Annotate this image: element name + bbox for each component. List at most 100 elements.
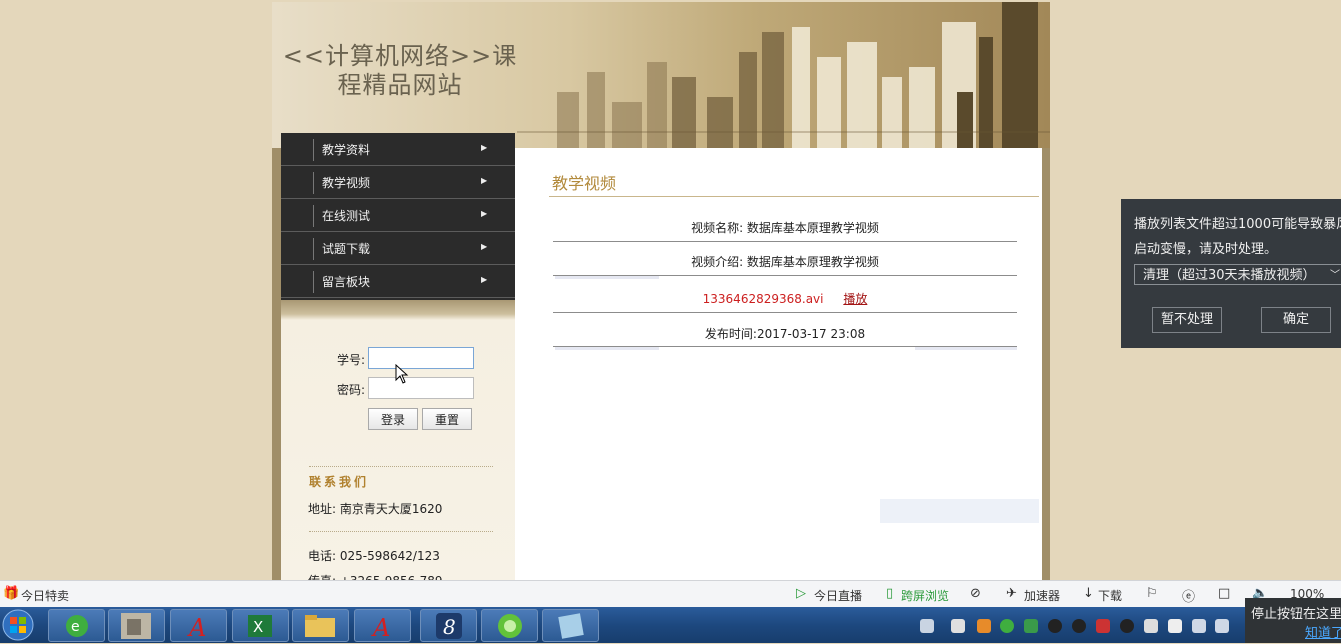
play-link[interactable]: 播放: [843, 292, 867, 306]
leaf-icon[interactable]: ⊘: [970, 586, 981, 601]
cross-screen-link[interactable]: 跨屏浏览: [901, 587, 949, 604]
phone-icon: ▯: [886, 586, 894, 601]
site-title-line2: 程精品网站: [337, 71, 463, 99]
ok-button[interactable]: 确定: [1261, 307, 1331, 333]
qq-icon[interactable]: [1072, 619, 1086, 633]
taskbar-app-8-icon[interactable]: 8: [420, 609, 477, 642]
tray-app-icon[interactable]: [1144, 619, 1158, 633]
cleanup-select[interactable]: 清理（超过30天未播放视频） ﹀: [1134, 264, 1341, 285]
menu-item-label: 教学资料: [322, 143, 371, 157]
download-link[interactable]: 下载: [1098, 587, 1122, 604]
login-button[interactable]: 登录: [368, 408, 418, 430]
svg-text:A: A: [187, 614, 206, 641]
menu-item-label: 留言板块: [322, 275, 371, 289]
rocket-icon: ✈: [1006, 586, 1017, 601]
site-title-line1: <<计算机网络>>课: [282, 42, 518, 70]
qq-icon[interactable]: [1120, 619, 1134, 633]
menu-item-teaching-videos[interactable]: 教学视频 ▶: [281, 166, 515, 199]
video-name: 视频名称: 数据库基本原理教学视频: [691, 221, 879, 235]
chevron-right-icon: ▶: [481, 143, 488, 152]
menu-item-label: 在线测试: [322, 209, 371, 223]
tray-app-icon[interactable]: [1000, 619, 1014, 633]
menu-item-label: 试题下载: [322, 242, 371, 256]
faint-decoration: [555, 347, 659, 350]
tray-app-icon[interactable]: [1096, 619, 1110, 633]
popup-message: 播放列表文件超过1000可能导致暴风 启动变慢，请及时处理。: [1134, 217, 1341, 257]
site-title: <<计算机网络>>课 程精品网站: [280, 42, 520, 100]
keyboard-icon[interactable]: [920, 619, 934, 633]
password-input[interactable]: [368, 377, 474, 399]
taskbar-pdf-icon-2[interactable]: A: [354, 609, 411, 642]
qq-icon[interactable]: [1048, 619, 1062, 633]
tray-tooltip-dismiss-link[interactable]: 知道了: [1305, 622, 1341, 641]
chevron-down-icon: ﹀: [1330, 270, 1340, 281]
tray-tooltip: 停止按钮在这里 知道了: [1245, 598, 1341, 643]
video-file-row: 1336462829368.avi 播放: [553, 290, 1017, 307]
video-intro: 视频介绍: 数据库基本原理教学视频: [691, 255, 879, 269]
dotted-divider: [309, 531, 493, 532]
side-menu: 教学资料 ▶ 教学视频 ▶ 在线测试 ▶ 试题下载 ▶ 留言板块 ▶: [281, 133, 515, 300]
download-icon: ↓: [1083, 586, 1094, 601]
faint-decoration: [555, 276, 659, 279]
tray-app-icon[interactable]: [951, 619, 965, 633]
taskbar-green-app-icon[interactable]: [481, 609, 538, 642]
taskbar-browser-icon[interactable]: e: [48, 609, 105, 642]
website: <<计算机网络>>课 程精品网站 教学资料 ▶ 教学视频 ▶ 在线测试 ▶ 试题…: [272, 2, 1050, 580]
contact-address: 地址: 南京青天大厦1620: [308, 502, 443, 516]
menu-item-exam-download[interactable]: 试题下载 ▶: [281, 232, 515, 265]
menu-divider: [313, 271, 314, 293]
menu-divider: [313, 172, 314, 194]
network-icon[interactable]: [1192, 619, 1206, 633]
menu-item-online-test[interactable]: 在线测试 ▶: [281, 199, 515, 232]
contact-title: 联系我们: [309, 475, 370, 489]
header-banner: <<计算机网络>>课 程精品网站: [272, 2, 1050, 148]
student-id-label: 学号:: [336, 353, 365, 367]
city-skyline-image: [517, 2, 1050, 148]
student-id-input[interactable]: [368, 347, 474, 369]
row-divider: [553, 241, 1017, 242]
taskbar-notepad-icon[interactable]: [542, 609, 599, 642]
row-divider: [553, 312, 1017, 313]
video-file-link[interactable]: 1336462829368.avi: [703, 292, 824, 306]
taskbar-pdf-icon[interactable]: A: [170, 609, 227, 642]
mouse-cursor-icon: [395, 364, 409, 384]
chevron-right-icon: ▶: [481, 209, 488, 218]
main-content: 教学视频 视频名称: 数据库基本原理教学视频 视频介绍: 数据库基本原理教学视频…: [515, 148, 1042, 580]
player-notification-popup: 播放列表文件超过1000可能导致暴风 启动变慢，请及时处理。 清理（超过30天未…: [1121, 199, 1341, 348]
today-deal-link[interactable]: 今日特卖: [21, 587, 69, 604]
contact-phone: 电话: 025-598642/123: [308, 549, 440, 563]
reset-button[interactable]: 重置: [422, 408, 472, 430]
taskbar-folder-icon[interactable]: [292, 609, 349, 642]
chevron-right-icon: ▶: [481, 275, 488, 284]
svg-text:X: X: [253, 618, 263, 636]
ie-icon[interactable]: ⓔ: [1182, 586, 1195, 605]
windows-start-icon[interactable]: [0, 607, 40, 643]
contact-fax: 传真: +3265-9856-789: [308, 572, 443, 580]
menu-divider: [313, 205, 314, 227]
live-link[interactable]: 今日直播: [814, 587, 862, 604]
svg-text:8: 8: [443, 615, 456, 639]
window-icon[interactable]: □: [1218, 586, 1230, 601]
menu-divider: [313, 139, 314, 161]
menu-divider: [313, 238, 314, 260]
flag-icon[interactable]: ⚐: [1146, 586, 1158, 601]
password-label: 密码:: [336, 383, 365, 397]
menu-item-message-board[interactable]: 留言板块 ▶: [281, 265, 515, 298]
chevron-right-icon: ▶: [481, 176, 488, 185]
taskbar-photo-icon[interactable]: [108, 609, 165, 642]
volume-icon[interactable]: [1215, 619, 1229, 633]
tray-app-icon[interactable]: [977, 619, 991, 633]
usb-icon[interactable]: [1168, 619, 1182, 633]
accelerator-link[interactable]: 加速器: [1024, 587, 1060, 604]
ignore-button[interactable]: 暂不处理: [1152, 307, 1222, 333]
content-title: 教学视频: [552, 174, 617, 193]
taskbar-excel-icon[interactable]: X: [232, 609, 289, 642]
cleanup-select-value: 清理（超过30天未播放视频）: [1143, 268, 1316, 283]
menu-item-teaching-materials[interactable]: 教学资料 ▶: [281, 133, 515, 166]
svg-text:e: e: [71, 619, 80, 635]
dotted-divider: [309, 466, 493, 467]
shield-icon[interactable]: [1024, 619, 1038, 633]
menu-item-label: 教学视频: [322, 176, 371, 190]
publish-time: 发布时间:2017-03-17 23:08: [704, 327, 866, 341]
svg-text:A: A: [371, 614, 390, 641]
